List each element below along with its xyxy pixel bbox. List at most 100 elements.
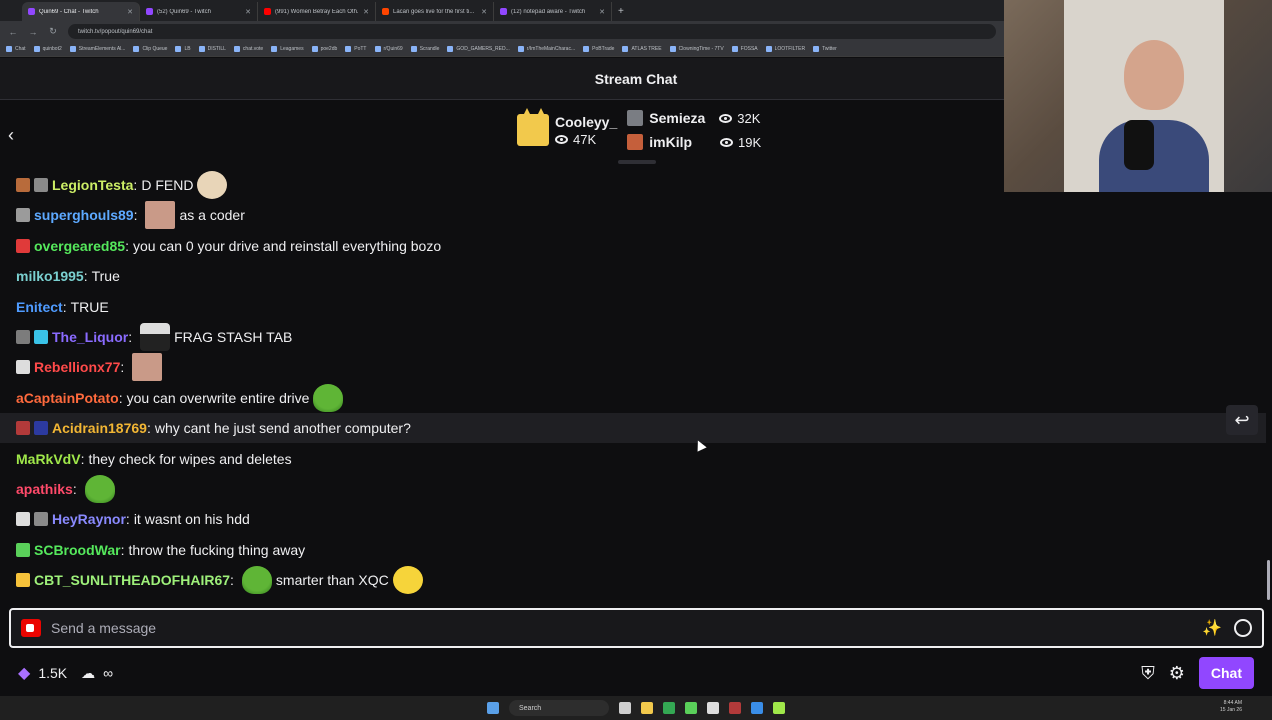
chat-username[interactable]: LegionTesta (52, 177, 133, 193)
bookmark-item[interactable]: Leagames (271, 46, 304, 52)
bookmark-item[interactable]: r/ImTheMainCharac... (517, 46, 575, 52)
bookmark-item[interactable]: PoBTrade (583, 46, 614, 52)
bookmark-item[interactable]: StreamElements Al... (69, 46, 125, 52)
forward-nav-icon[interactable]: → (28, 27, 38, 37)
record-clip-icon[interactable] (21, 619, 41, 637)
user-badge-icon[interactable] (34, 421, 48, 436)
pepe-emote-icon[interactable] (241, 566, 272, 595)
reload-icon[interactable]: ↻ (48, 26, 58, 37)
notepad-icon[interactable] (773, 702, 785, 714)
pepe-emote-icon[interactable] (313, 383, 344, 412)
bookmark-item[interactable]: GOD_GAMERS_RED... (447, 46, 510, 52)
chat-message[interactable]: Acidrain18769: why cant he just send anot… (0, 413, 1266, 444)
user-badge-icon[interactable] (34, 178, 48, 192)
address-bar[interactable]: twitch.tv/popout/quin69/chat (68, 24, 996, 39)
chat-username[interactable]: The_Liquor (52, 329, 128, 345)
leaderboard-third[interactable]: imKilp 19K (627, 134, 761, 150)
taskbar-search[interactable]: Search (509, 700, 609, 716)
close-tab-icon[interactable]: ✕ (481, 8, 487, 16)
bookmark-item[interactable]: poe2db (311, 46, 337, 52)
chat-message[interactable]: apathiks: (0, 474, 1266, 504)
chat-message[interactable]: HeyRaynor: it wasnt on his hdd (0, 504, 1266, 534)
app-icon[interactable] (707, 702, 719, 714)
chat-username[interactable]: Enitect (16, 299, 63, 315)
chrome-icon[interactable] (663, 702, 675, 714)
chat-username[interactable]: SCBroodWar (34, 542, 121, 558)
chat-username[interactable]: milko1995 (16, 268, 84, 284)
bookmark-item[interactable]: quinbot2 (33, 46, 62, 52)
chat-message[interactable]: milko1995: True (0, 261, 1266, 291)
shield-icon[interactable]: ⛨ (1141, 663, 1155, 684)
chat-username[interactable]: Acidrain18769 (52, 420, 147, 436)
troll-emote-icon[interactable] (197, 171, 228, 199)
close-tab-icon[interactable]: ✕ (127, 8, 133, 16)
chat-username[interactable]: overgeared85 (34, 238, 125, 254)
chat-send-button[interactable]: Chat (1198, 657, 1254, 689)
bookmark-item[interactable]: Clip Queue (133, 46, 167, 52)
leaderboard-first[interactable]: Cooleyy_ 47K (517, 108, 617, 150)
suit-emote-icon[interactable] (140, 323, 171, 351)
chat-message[interactable]: overgeared85: you can 0 your drive and re… (0, 231, 1266, 261)
face-emote-icon[interactable] (145, 201, 176, 230)
browser-tab[interactable]: (12) notepad aware - Twitch ✕ (494, 2, 612, 21)
bookmark-item[interactable]: ClowningTime - 7TV (669, 46, 724, 52)
task-view-icon[interactable] (619, 702, 631, 714)
reply-icon[interactable]: ↩ (1226, 405, 1258, 435)
new-tab-button[interactable]: + (612, 2, 630, 21)
chat-message[interactable]: aCaptainPotato: you can overwrite entire … (0, 383, 1266, 413)
bookmark-item[interactable]: LOOTFILTER (765, 46, 805, 52)
back-nav-icon[interactable]: ← (8, 27, 18, 37)
bookmark-item[interactable]: LB (175, 46, 191, 52)
browser-tab[interactable]: Lacari goes live for the first ti... ✕ (376, 2, 494, 21)
browser-tab[interactable]: Quin69 - Chat - Twitch ✕ (22, 2, 140, 21)
bookmark-item[interactable]: Scrandle (410, 46, 439, 52)
chat-message[interactable]: superghouls89: as a coder (0, 200, 1266, 230)
user-badge-icon[interactable] (16, 178, 30, 192)
browser-tab[interactable]: (52) Quin69 - Twitch ✕ (140, 2, 258, 21)
chat-username[interactable]: superghouls89 (34, 207, 134, 223)
user-badge-icon[interactable] (16, 208, 30, 223)
close-tab-icon[interactable]: ✕ (599, 8, 605, 16)
bookmark-item[interactable]: r/Quin69 (374, 46, 403, 52)
user-badge-icon[interactable] (16, 542, 30, 557)
leaderboard-second[interactable]: Semieza 32K (627, 110, 761, 126)
gear-icon[interactable]: ⚙ (1169, 663, 1185, 684)
bookmark-item[interactable]: DISTILL (198, 46, 226, 52)
chat-username[interactable]: HeyRaynor (52, 511, 126, 527)
user-badge-icon[interactable] (16, 360, 30, 375)
chat-username[interactable]: aCaptainPotato (16, 390, 119, 406)
app-icon[interactable] (685, 702, 697, 714)
bookmark-item[interactable]: ATLAS TREE (622, 46, 662, 52)
chat-message[interactable]: The_Liquor: FRAG STASH TAB (0, 322, 1266, 352)
chat-username[interactable]: Rebellionx77 (34, 359, 120, 375)
file-explorer-icon[interactable] (641, 702, 653, 714)
chat-input-box[interactable]: ✨ (9, 608, 1264, 648)
app-icon[interactable] (729, 702, 741, 714)
user-badge-icon[interactable] (34, 512, 48, 527)
user-badge-icon[interactable] (16, 573, 30, 588)
laugh-emote-icon[interactable] (392, 566, 423, 595)
chat-scrollbar[interactable] (1267, 560, 1270, 600)
chat-username[interactable]: MaRkVdV (16, 451, 81, 467)
chat-message[interactable]: Enitect: TRUE (0, 292, 1266, 322)
chat-message-list[interactable]: LegionTesta: D FEND superghouls89: as a cod… (0, 170, 1272, 608)
user-badge-icon[interactable] (16, 330, 30, 344)
bookmark-item[interactable]: chat.vote (233, 46, 263, 52)
chat-username[interactable]: apathiks (16, 481, 73, 497)
bookmark-item[interactable]: Twitter (813, 46, 837, 52)
user-badge-icon[interactable] (16, 238, 30, 253)
user-badge-icon[interactable] (16, 512, 30, 527)
chat-message[interactable]: CBT_SUNLITHEADOFHAIR67: smarter than XQC (0, 565, 1266, 595)
pepe-emote-icon[interactable] (84, 475, 115, 503)
bookmark-item[interactable]: FOSSA (731, 46, 758, 52)
bookmark-item[interactable]: Chat (6, 46, 26, 52)
bookmark-item[interactable]: PoTT (345, 46, 367, 52)
emote-picker-icon[interactable] (1234, 619, 1252, 637)
vscode-icon[interactable] (751, 702, 763, 714)
browser-tab[interactable]: (991) Women Betray Each Oth... ✕ (258, 2, 376, 21)
windows-start-icon[interactable] (487, 702, 499, 714)
close-tab-icon[interactable]: ✕ (245, 8, 251, 16)
bits-icon[interactable]: ☁ (81, 665, 95, 682)
chat-message[interactable]: MaRkVdV: they check for wipes and deletes (0, 444, 1266, 474)
close-tab-icon[interactable]: ✕ (363, 8, 369, 16)
